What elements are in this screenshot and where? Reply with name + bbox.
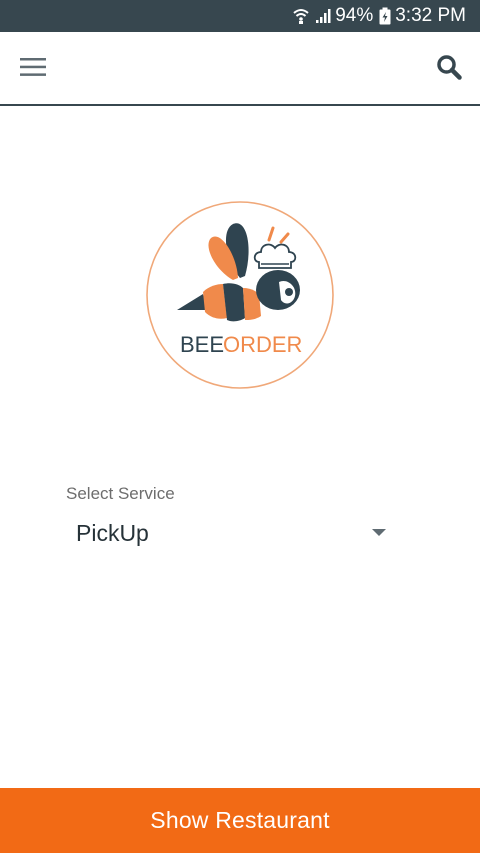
- search-button[interactable]: [432, 52, 466, 86]
- service-dropdown[interactable]: PickUp: [62, 508, 398, 558]
- signal-icon: [315, 8, 331, 24]
- search-icon: [436, 54, 462, 85]
- clock: 3:32 PM: [395, 5, 466, 26]
- service-selected-value: PickUp: [76, 520, 149, 546]
- logo-text-order: ORDER: [223, 332, 302, 357]
- logo-text-bee: BEE: [180, 332, 224, 357]
- app-toolbar: [0, 32, 480, 106]
- dropdown-arrow-icon: [372, 529, 386, 536]
- show-restaurant-button[interactable]: Show Restaurant: [0, 788, 480, 853]
- select-service-label: Select Service: [66, 484, 175, 503]
- menu-button[interactable]: [16, 54, 50, 84]
- beeorder-logo: BEE ORDER: [145, 200, 335, 390]
- hamburger-menu-icon: [20, 57, 46, 82]
- battery-percent: 94%: [335, 5, 374, 26]
- wifi-icon: [293, 7, 309, 25]
- status-bar: 94% 3:32 PM: [0, 0, 480, 32]
- battery-charging-icon: [379, 7, 391, 25]
